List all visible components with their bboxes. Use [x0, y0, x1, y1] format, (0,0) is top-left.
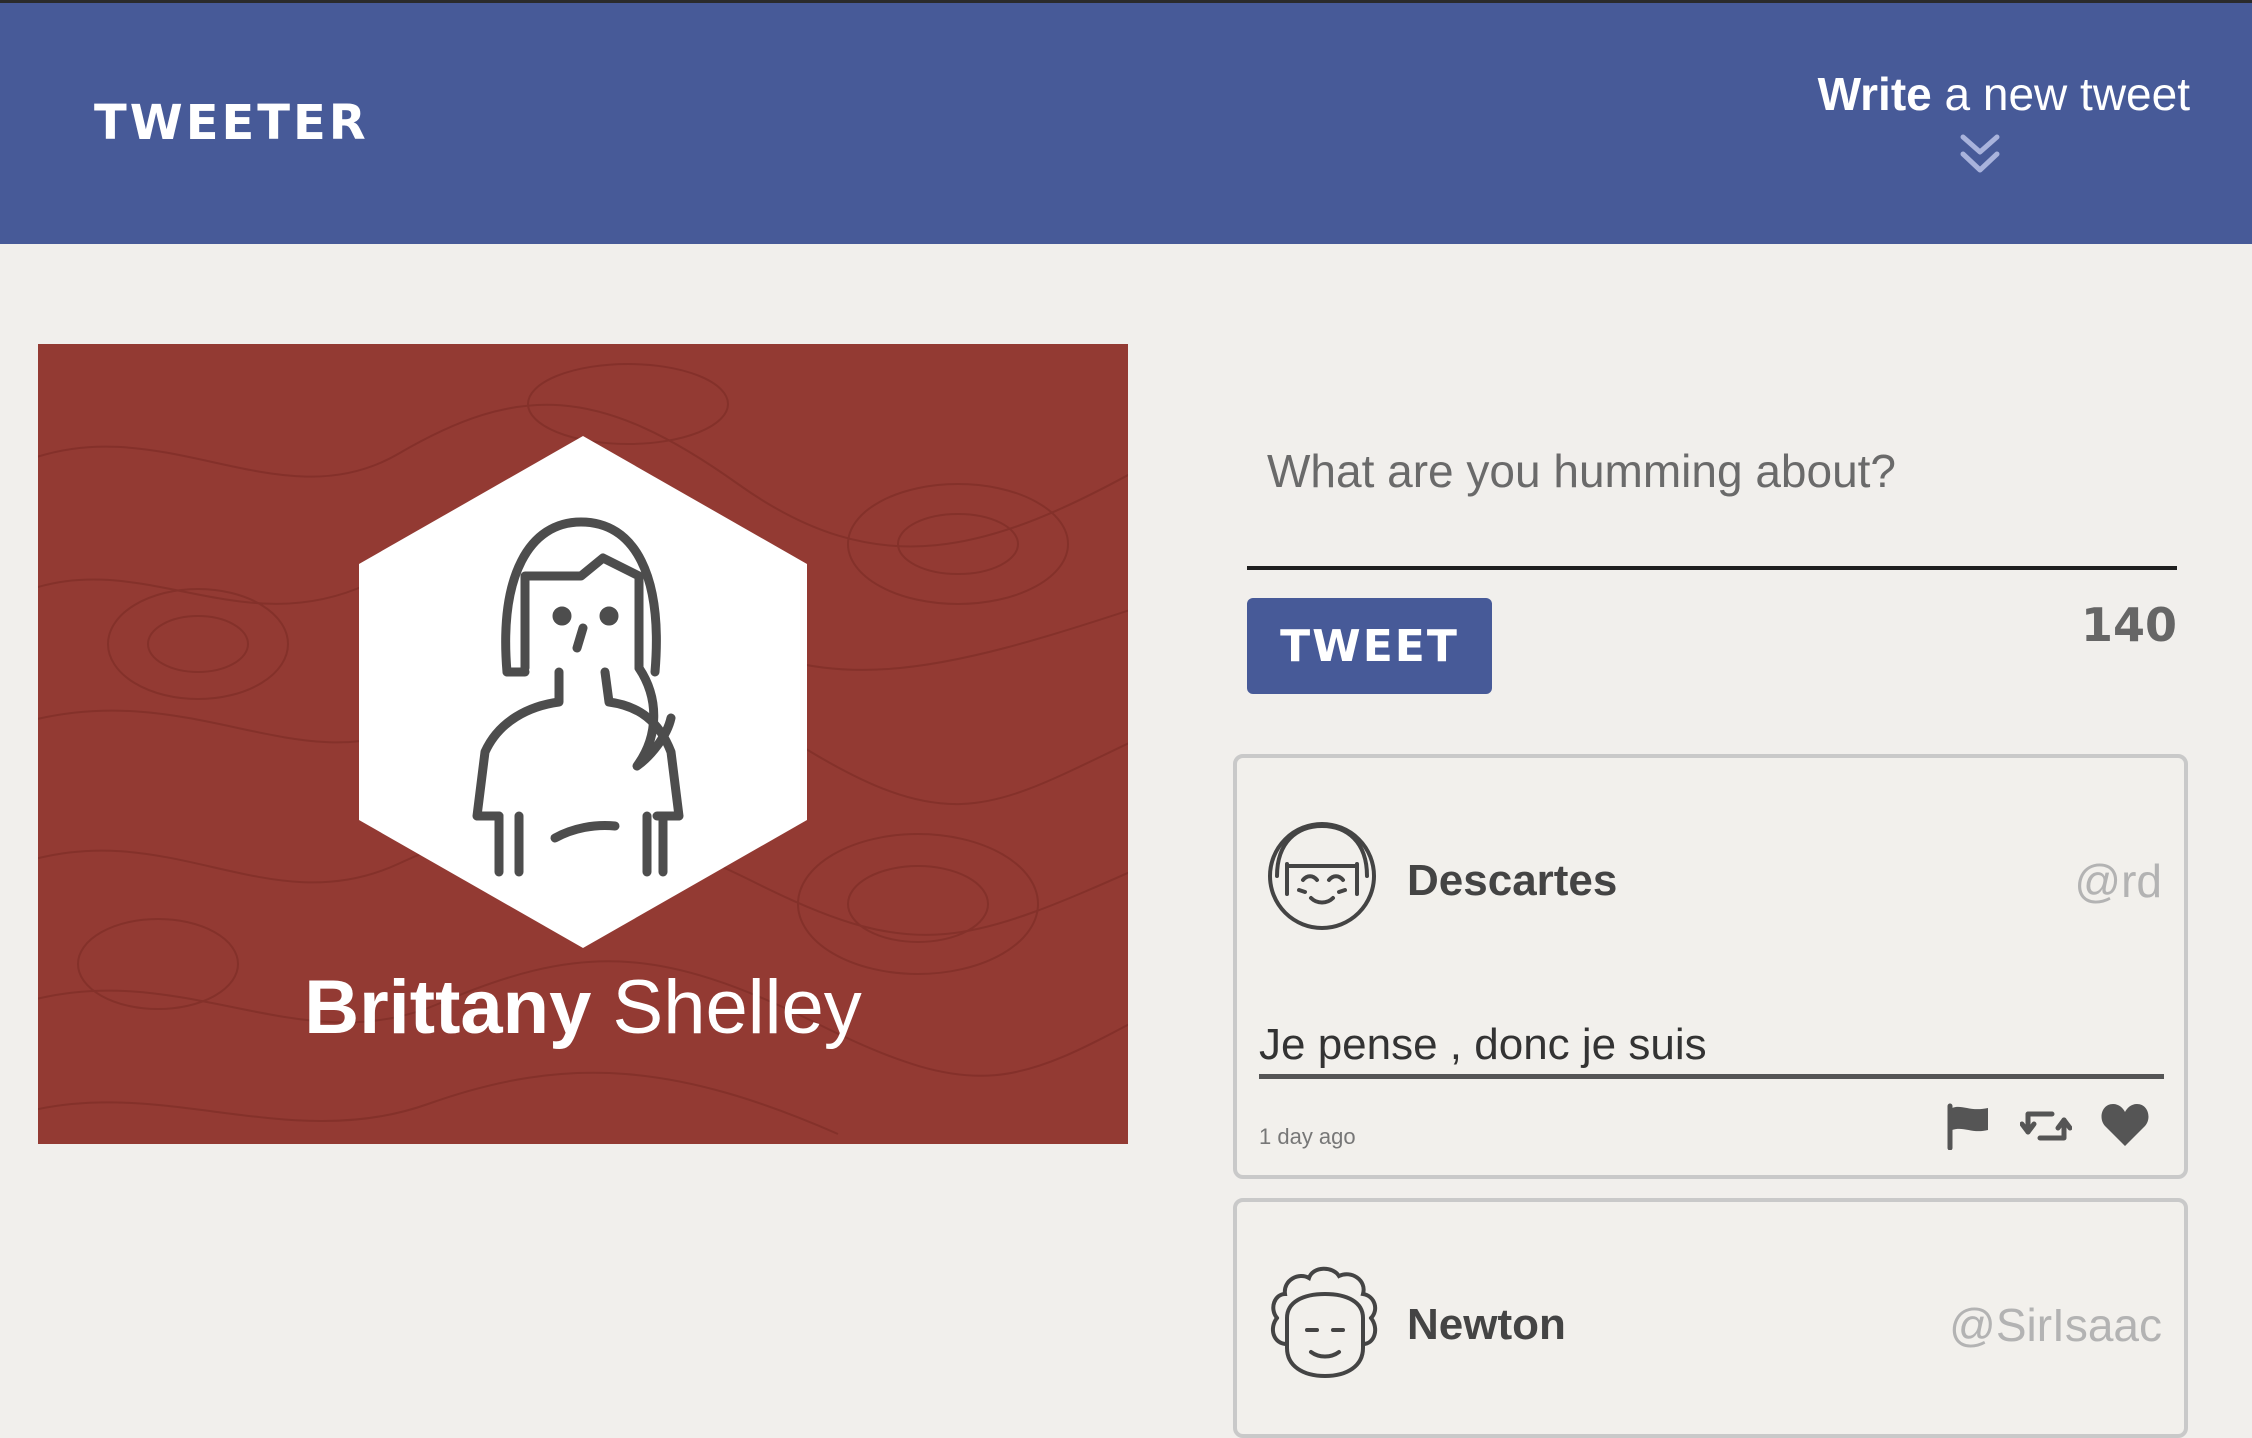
tweet-author-handle: @SirIsaac — [1949, 1299, 2162, 1351]
tweet-author-handle: @rd — [2074, 855, 2162, 907]
nav-bar: TWEETER Write a new tweet — [0, 3, 2252, 244]
app-logo: TWEETER — [94, 95, 369, 151]
tweet-submit-button[interactable]: TWEET — [1247, 598, 1492, 694]
tweet-timestamp: 1 day ago — [1259, 1124, 1356, 1149]
flag-icon[interactable] — [1944, 1102, 1992, 1155]
tweet-card: Descartes @rd Je pense , donc je suis 1 … — [1233, 754, 2188, 1179]
profile-name: Brittany Shelley — [304, 965, 862, 1050]
tweet-actions — [1944, 1102, 2150, 1155]
write-new-tweet-toggle[interactable]: Write a new tweet — [1770, 67, 2190, 187]
tweet-text-input[interactable] — [1247, 420, 2177, 570]
tweet-author-name: Newton — [1407, 1300, 1566, 1349]
tweet-card: Newton @SirIsaac — [1233, 1198, 2188, 1438]
heart-icon[interactable] — [2100, 1102, 2150, 1155]
tweet-content: Je pense , donc je suis — [1259, 1020, 2164, 1079]
write-new-tweet-label: Write a new tweet — [1817, 68, 2190, 120]
profile-card: Brittany Shelley — [38, 344, 1128, 1144]
profile-avatar-hexagon — [359, 436, 807, 948]
descartes-avatar-icon — [1268, 822, 1376, 930]
newton-avatar-icon — [1270, 1266, 1378, 1379]
tweet-author-name: Descartes — [1407, 856, 1618, 905]
retweet-icon[interactable] — [2019, 1102, 2073, 1155]
character-counter: 140 — [2080, 598, 2177, 652]
double-chevron-down-icon — [1960, 134, 2000, 173]
